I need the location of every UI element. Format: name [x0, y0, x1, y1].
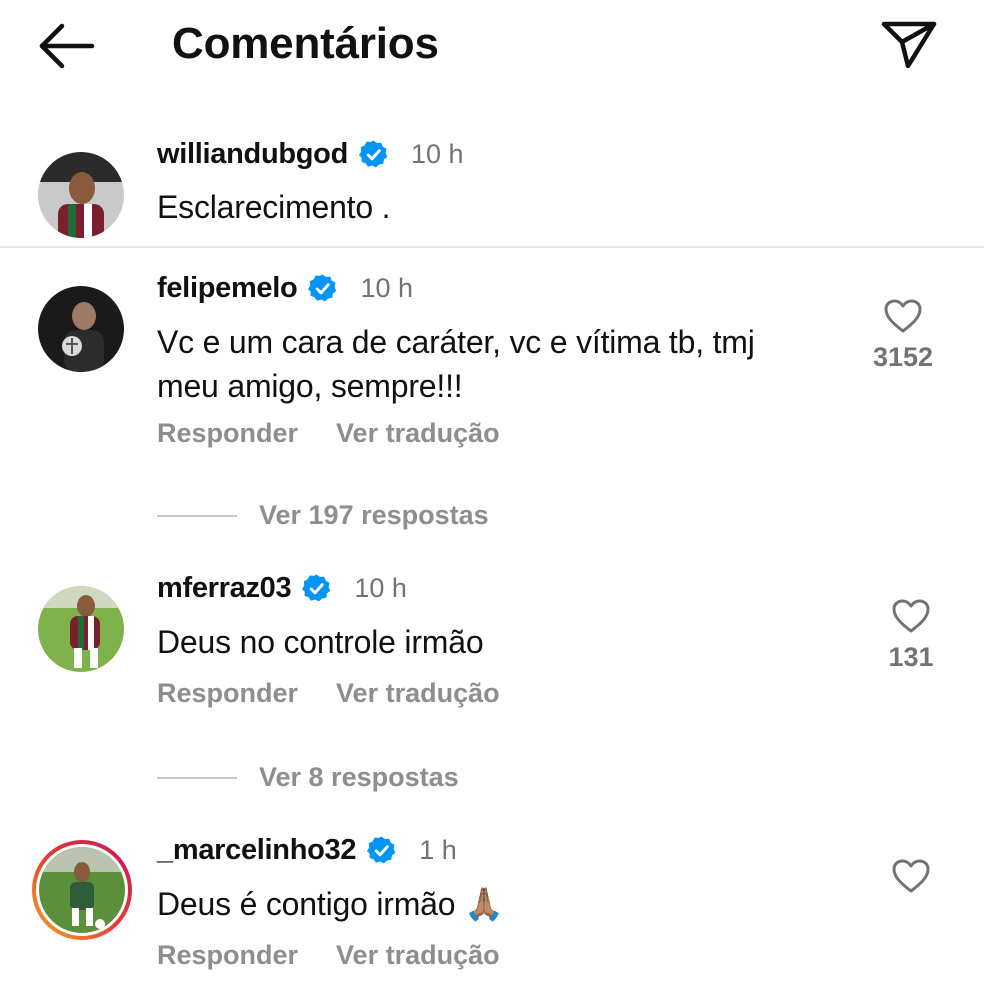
translate-button[interactable]: Ver tradução: [336, 678, 500, 709]
verified-badge-icon: [302, 574, 331, 602]
verified-badge-icon: [358, 140, 388, 168]
avatar[interactable]: [38, 152, 124, 238]
translate-button[interactable]: Ver tradução: [336, 940, 500, 971]
view-replies-label: Ver 8 respostas: [259, 762, 459, 792]
avatar[interactable]: [38, 586, 124, 672]
username[interactable]: mferraz03: [157, 572, 292, 605]
view-replies-label: Ver 197 respostas: [259, 500, 489, 530]
caption: williandubgod 10 h Esclarecimento .: [0, 130, 984, 245]
share-button[interactable]: [878, 16, 940, 72]
view-replies-button[interactable]: Ver 8 respostas: [157, 762, 459, 793]
username[interactable]: williandubgod: [157, 138, 348, 171]
heart-outline-icon[interactable]: [883, 298, 923, 334]
comment-text: Vc e um cara de caráter, vc e vítima tb,…: [157, 320, 755, 408]
comment-text-line: meu amigo, sempre!!!: [157, 368, 463, 404]
timestamp: 10 h: [354, 573, 407, 603]
page-title: Comentários: [172, 19, 439, 68]
replies-line: [157, 776, 237, 779]
comment-item: felipemelo 10 h Vc e um cara de caráter,…: [0, 266, 984, 536]
verified-badge-icon: [308, 274, 337, 302]
caption-text: Esclarecimento .: [157, 189, 391, 225]
view-replies-button[interactable]: Ver 197 respostas: [157, 500, 489, 531]
paper-plane-icon: [881, 21, 937, 69]
avatar-story-ring[interactable]: [30, 838, 134, 942]
comment-item: mferraz03 10 h Deus no controle irmão Re…: [0, 566, 984, 796]
username[interactable]: _marcelinho32: [157, 834, 357, 867]
reply-button[interactable]: Responder: [157, 418, 298, 449]
replies-line: [157, 514, 237, 517]
top-bar: Comentários: [0, 0, 984, 92]
comment-text: Deus no controle irmão: [157, 624, 484, 660]
username[interactable]: felipemelo: [157, 272, 298, 305]
timestamp: 10 h: [411, 139, 464, 169]
avatar[interactable]: [38, 286, 124, 372]
timestamp: 1 h: [419, 835, 457, 865]
divider: [0, 246, 984, 248]
back-button[interactable]: [36, 20, 98, 72]
comment-item: _marcelinho32 1 h Deus é contigo irmão 🙏…: [0, 828, 984, 999]
comment-text-line: Vc e um cara de caráter, vc e vítima tb,…: [157, 324, 755, 360]
reply-button[interactable]: Responder: [157, 678, 298, 709]
reply-button[interactable]: Responder: [157, 940, 298, 971]
timestamp: 10 h: [360, 273, 413, 303]
arrow-left-icon: [39, 23, 95, 69]
verified-badge-icon: [367, 836, 396, 864]
comment-text: Deus é contigo irmão 🙏🏽: [157, 886, 504, 922]
heart-outline-icon[interactable]: [891, 858, 931, 894]
translate-button[interactable]: Ver tradução: [336, 418, 500, 449]
like-count: 3152: [872, 342, 934, 372]
heart-outline-icon[interactable]: [891, 598, 931, 634]
like-count: 131: [888, 642, 934, 672]
